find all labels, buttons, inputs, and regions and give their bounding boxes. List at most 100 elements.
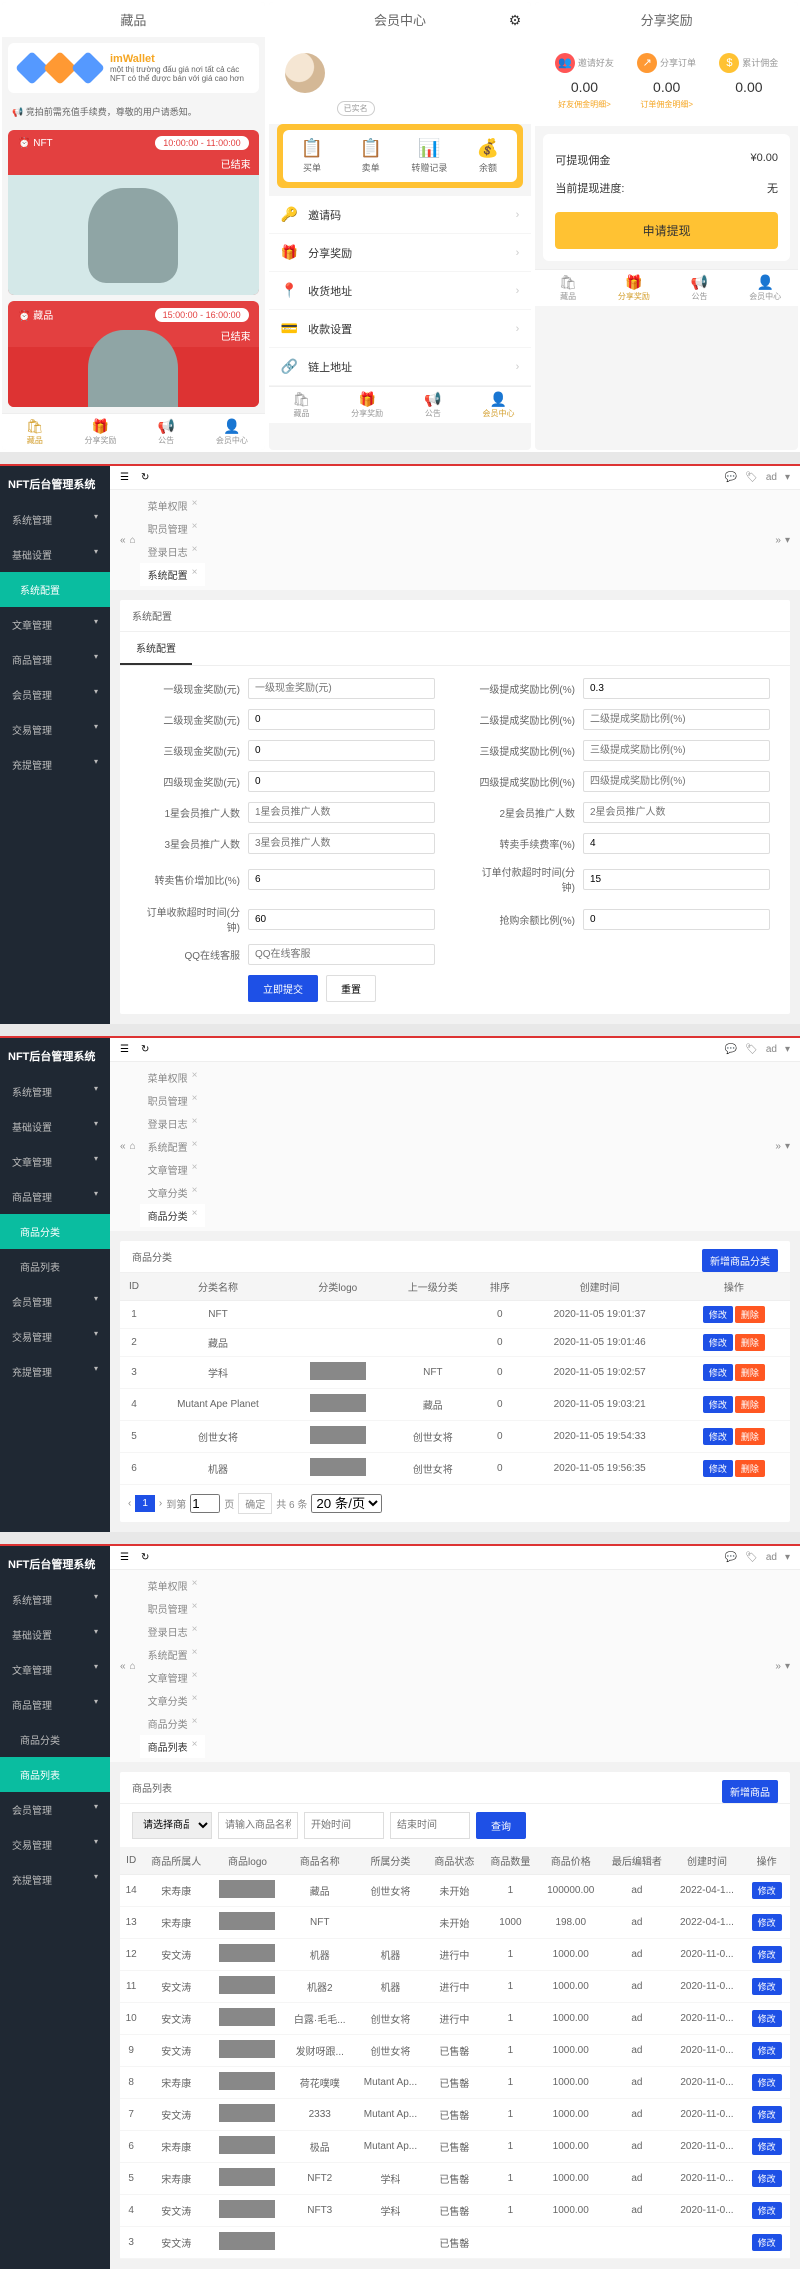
search-button[interactable]: 查询	[476, 1812, 526, 1839]
delete-button[interactable]: 删除	[735, 1334, 765, 1351]
chat-icon[interactable]: 💬	[725, 472, 737, 483]
field-三级现金奖励(元)[interactable]	[248, 740, 435, 761]
crumb-tab[interactable]: 文章分类 ×	[140, 1181, 206, 1204]
menu-icon[interactable]: ☰	[120, 472, 129, 483]
crumb-tab[interactable]: 登录日志 ×	[140, 540, 206, 563]
edit-button[interactable]: 修改	[752, 1978, 782, 1995]
field-订单收款超时时间(分钟)[interactable]	[248, 909, 435, 930]
edit-button[interactable]: 修改	[703, 1460, 733, 1477]
sidebar-商品管理[interactable]: 商品管理▾	[0, 1687, 110, 1722]
close-icon[interactable]: ×	[192, 1716, 198, 1731]
category-filter[interactable]: 请选择商品分类	[132, 1812, 212, 1839]
action-转赠记录[interactable]: 📊转赠记录	[400, 138, 459, 174]
refresh-icon[interactable]: ↻	[141, 472, 149, 483]
field-3星会员推广人数[interactable]	[248, 833, 435, 854]
sidebar-商品分类[interactable]: 商品分类	[0, 1722, 110, 1757]
end-date[interactable]	[390, 1812, 470, 1839]
close-icon[interactable]: ×	[192, 1093, 198, 1108]
delete-button[interactable]: 删除	[735, 1428, 765, 1445]
field-四级现金奖励(元)[interactable]	[248, 771, 435, 792]
confirm-button[interactable]: 确定	[238, 1493, 272, 1514]
user-menu[interactable]: ad	[766, 472, 777, 483]
avatar[interactable]	[285, 53, 325, 93]
crumb-tab[interactable]: 文章管理 ×	[140, 1158, 206, 1181]
close-icon[interactable]: ×	[192, 1601, 198, 1616]
field-二级提成奖励比例(%)[interactable]	[583, 709, 770, 730]
crumb-tab[interactable]: 职员管理 ×	[140, 1089, 206, 1112]
crumb-tab[interactable]: 登录日志 ×	[140, 1112, 206, 1135]
crumb-tab[interactable]: 菜单权限 ×	[140, 1574, 206, 1597]
tab-公告[interactable]: 📢公告	[667, 274, 733, 302]
sidebar-基础设置[interactable]: 基础设置▾	[0, 537, 110, 572]
close-icon[interactable]: ×	[192, 1139, 198, 1154]
field-一级提成奖励比例(%)[interactable]	[583, 678, 770, 699]
delete-button[interactable]: 删除	[735, 1306, 765, 1323]
reset-button[interactable]: 重置	[326, 975, 376, 1002]
sidebar-会员管理[interactable]: 会员管理▾	[0, 1284, 110, 1319]
sidebar-充提管理[interactable]: 充提管理▾	[0, 1354, 110, 1389]
field-三级提成奖励比例(%)[interactable]	[583, 740, 770, 761]
start-date[interactable]	[304, 1812, 384, 1839]
close-icon[interactable]: ×	[192, 1578, 198, 1593]
edit-button[interactable]: 修改	[752, 2106, 782, 2123]
edit-button[interactable]: 修改	[703, 1428, 733, 1445]
tag-icon[interactable]: 🏷	[745, 472, 758, 483]
crumb-tab[interactable]: 登录日志 ×	[140, 1620, 206, 1643]
sidebar-系统管理[interactable]: 系统管理▾	[0, 1582, 110, 1617]
chevron-down-icon[interactable]: ▾	[785, 535, 790, 546]
close-icon[interactable]: ×	[192, 544, 198, 559]
sidebar-文章管理[interactable]: 文章管理▾	[0, 1652, 110, 1687]
close-icon[interactable]: ×	[192, 1116, 198, 1131]
edit-button[interactable]: 修改	[703, 1334, 733, 1351]
crumb-tab[interactable]: 商品分类 ×	[140, 1204, 206, 1227]
field-转卖手续费率(%)[interactable]	[583, 833, 770, 854]
tab-藏品[interactable]: 🛍藏品	[269, 391, 335, 419]
sidebar-系统配置[interactable]: 系统配置	[0, 572, 110, 607]
edit-button[interactable]: 修改	[703, 1396, 733, 1413]
sidebar-交易管理[interactable]: 交易管理▾	[0, 1319, 110, 1354]
menu-分享奖励[interactable]: 🎁分享奖励›	[269, 234, 532, 272]
expand-icon[interactable]: »	[775, 535, 781, 546]
product-card[interactable]: ⏰ 藏品15:00:00 - 16:00:00 已结束	[8, 301, 259, 407]
crumb-tab[interactable]: 文章管理 ×	[140, 1666, 206, 1689]
edit-button[interactable]: 修改	[752, 2170, 782, 2187]
delete-button[interactable]: 删除	[735, 1460, 765, 1477]
home-icon[interactable]: ⌂	[130, 535, 136, 546]
tab-会员中心[interactable]: 👤会员中心	[466, 391, 532, 419]
add-product-button[interactable]: 新增商品	[722, 1780, 778, 1803]
per-page-select[interactable]: 20 条/页	[311, 1494, 382, 1513]
crumb-tab[interactable]: 文章分类 ×	[140, 1689, 206, 1712]
gear-icon[interactable]: ⚙	[509, 12, 522, 29]
menu-收货地址[interactable]: 📍收货地址›	[269, 272, 532, 310]
crumb-tab[interactable]: 职员管理 ×	[140, 1597, 206, 1620]
page-input[interactable]	[190, 1494, 220, 1513]
edit-button[interactable]: 修改	[752, 2138, 782, 2155]
field-一级现金奖励(元)[interactable]	[248, 678, 435, 699]
close-icon[interactable]: ×	[192, 1739, 198, 1754]
action-余额[interactable]: 💰余额	[459, 138, 518, 174]
sidebar-系统管理[interactable]: 系统管理▾	[0, 502, 110, 537]
sidebar-商品管理[interactable]: 商品管理▾	[0, 642, 110, 677]
close-icon[interactable]: ×	[192, 1693, 198, 1708]
tab-分享奖励[interactable]: 🎁分享奖励	[334, 391, 400, 419]
edit-button[interactable]: 修改	[752, 2010, 782, 2027]
action-买单[interactable]: 📋买单	[283, 138, 342, 174]
sidebar-基础设置[interactable]: 基础设置▾	[0, 1109, 110, 1144]
submit-button[interactable]: 立即提交	[248, 975, 318, 1002]
menu-链上地址[interactable]: 🔗链上地址›	[269, 348, 532, 386]
close-icon[interactable]: ×	[192, 521, 198, 536]
close-icon[interactable]: ×	[192, 1070, 198, 1085]
delete-button[interactable]: 删除	[735, 1396, 765, 1413]
sidebar-会员管理[interactable]: 会员管理▾	[0, 1792, 110, 1827]
delete-button[interactable]: 删除	[735, 1364, 765, 1381]
tab-藏品[interactable]: 🛍藏品	[535, 274, 601, 302]
sidebar-商品列表[interactable]: 商品列表	[0, 1249, 110, 1284]
crumb-tab[interactable]: 系统配置 ×	[140, 1135, 206, 1158]
action-卖单[interactable]: 📋卖单	[341, 138, 400, 174]
edit-button[interactable]: 修改	[752, 1882, 782, 1899]
sidebar-文章管理[interactable]: 文章管理▾	[0, 607, 110, 642]
sidebar-商品列表[interactable]: 商品列表	[0, 1757, 110, 1792]
close-icon[interactable]: ×	[192, 1670, 198, 1685]
menu-icon[interactable]: ☰	[120, 1552, 129, 1563]
tab-公告[interactable]: 📢公告	[400, 391, 466, 419]
